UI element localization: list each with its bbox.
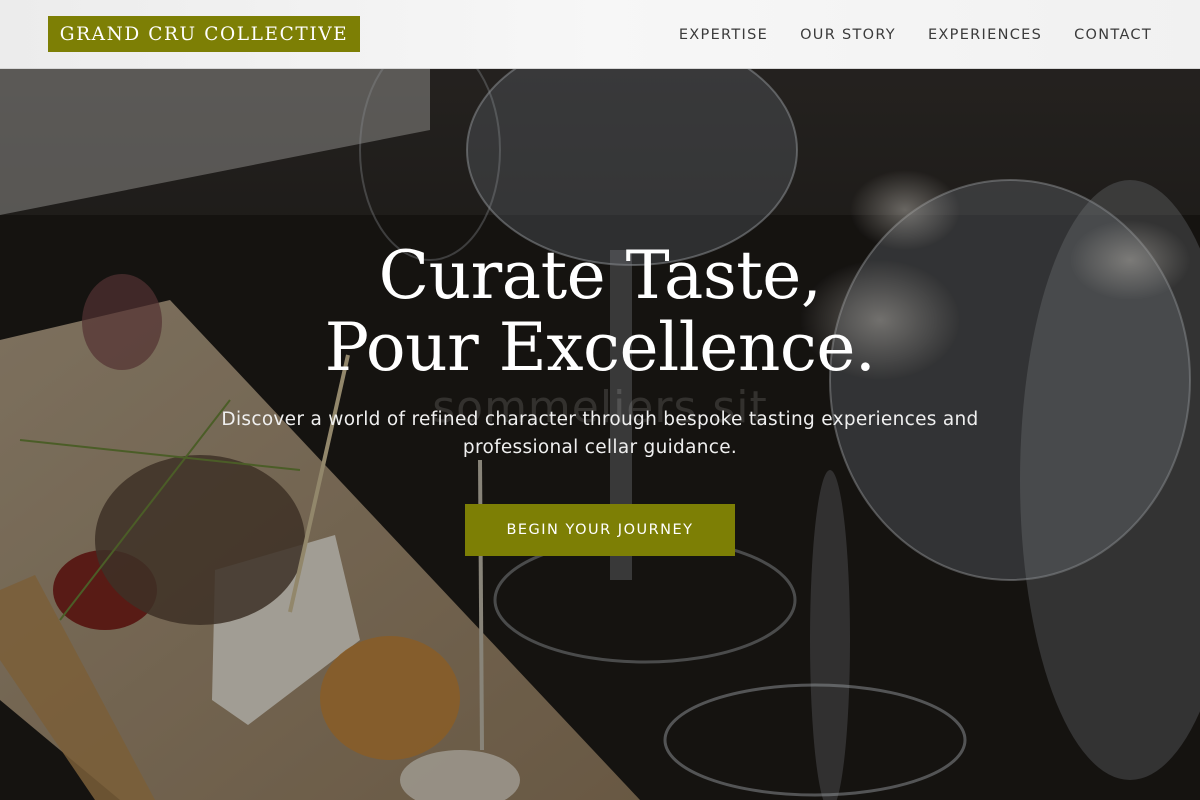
hero-subtext: Discover a world of refined character th… (221, 409, 979, 458)
nav-link-our-story[interactable]: OUR STORY (800, 27, 896, 43)
begin-journey-button[interactable]: BEGIN YOUR JOURNEY (465, 504, 735, 556)
main-nav: EXPERTISE OUR STORY EXPERIENCES CONTACT (679, 0, 1152, 69)
site-header: GRAND CRU COLLECTIVE EXPERTISE OUR STORY… (0, 0, 1200, 69)
nav-link-contact[interactable]: CONTACT (1074, 27, 1152, 43)
hero-headline-line1: Curate Taste, (378, 237, 822, 314)
nav-link-expertise[interactable]: EXPERTISE (679, 27, 768, 43)
nav-link-experiences[interactable]: EXPERIENCES (928, 27, 1042, 43)
hero-content: Curate Taste, Pour Excellence. sommelier… (0, 240, 1200, 556)
brand-logo[interactable]: GRAND CRU COLLECTIVE (48, 16, 360, 52)
hero-headline: Curate Taste, Pour Excellence. (0, 240, 1200, 384)
hero-headline-line2: Pour Excellence. (324, 309, 876, 386)
